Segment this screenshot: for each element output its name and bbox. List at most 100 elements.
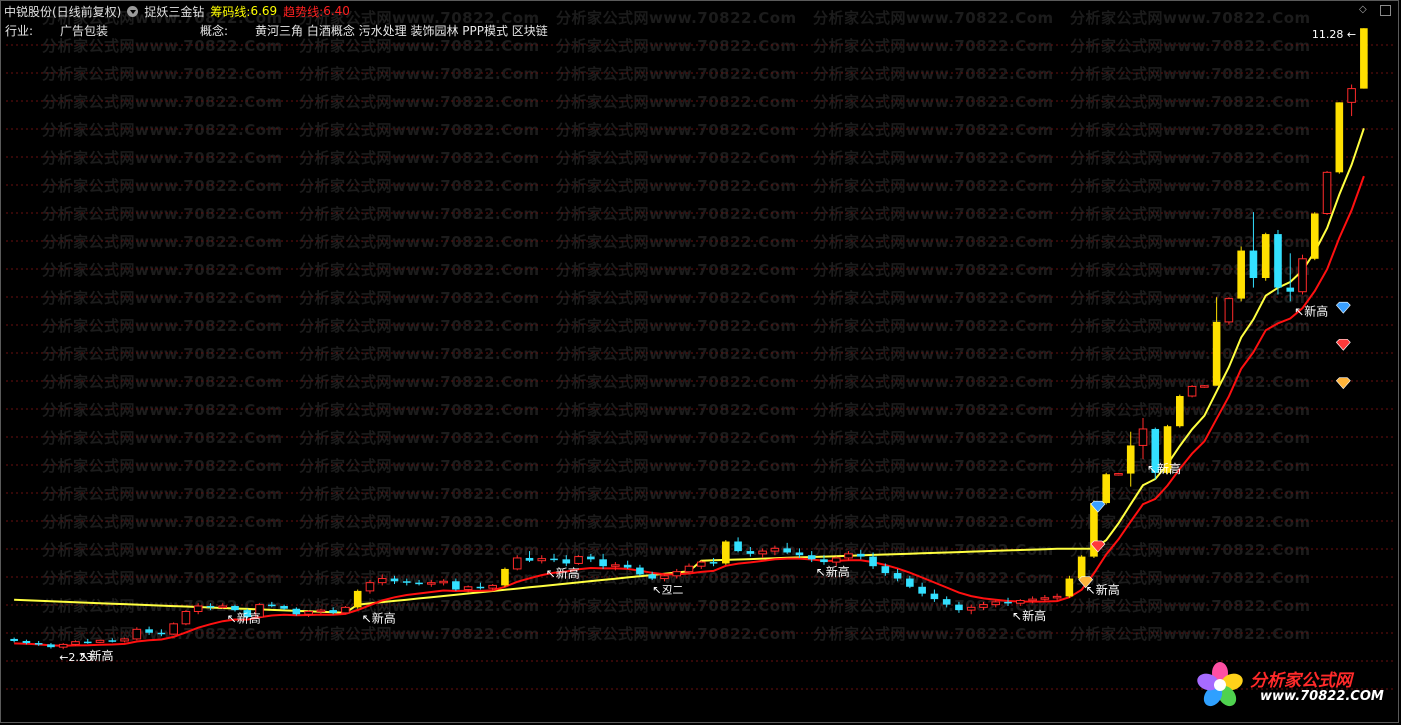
candle-body (881, 566, 890, 574)
candle-body (1200, 385, 1209, 388)
candle-body (476, 586, 485, 589)
indicator-menu-icon[interactable] (127, 5, 139, 17)
note-label: ↖丒二 (652, 583, 683, 596)
candle-body (930, 593, 939, 600)
candle-body (218, 605, 228, 608)
candle-body (95, 639, 105, 643)
trend-line-value: 6.40 (323, 4, 350, 18)
candle-body (58, 643, 68, 648)
candle-body (869, 556, 877, 567)
candle-body (856, 553, 865, 557)
candle-body (955, 604, 963, 611)
site-logo: 分析家公式网 www.70822.COM (1190, 660, 1390, 710)
chart-header: 中锐股份(日线前复权) 捉妖三金钻 筹码线: 6.69 趋势线: 6.40 (4, 3, 356, 19)
candle-body (169, 623, 178, 635)
logo-url: www.70822.COM (1260, 689, 1384, 704)
candle-body (1347, 88, 1356, 103)
red-diamond-icon (1335, 338, 1351, 351)
candle-body (1004, 601, 1012, 604)
kline-chart[interactable]: ↖新高↖新高 ↖新高↖新高 ↖新高↖新高↖新高↖新高↖新高11.28 ←←2.23↖… (0, 0, 1401, 725)
new-high-marker: ↖新高 (227, 611, 261, 626)
candle-body (820, 559, 828, 563)
price-high-label: 11.28 ← (1312, 28, 1356, 41)
candle-body (390, 578, 399, 582)
new-high-marker: ↖新高 (1147, 461, 1181, 476)
candle-body (1322, 171, 1332, 214)
candle-body (47, 644, 55, 648)
candle-body (574, 556, 583, 564)
candle-body (636, 567, 644, 575)
trend-line-label: 趋势线: (283, 4, 324, 19)
candle-body (181, 610, 191, 625)
candle-body (268, 604, 276, 607)
new-high-marker: ↖新高 (546, 565, 580, 580)
candle-body (1077, 556, 1086, 579)
candle-body (672, 571, 682, 577)
new-high-marker: ↖新高 (1294, 303, 1328, 318)
candle-body (795, 552, 804, 556)
stock-title[interactable]: 中锐股份(日线前复权) (4, 3, 121, 20)
candle-body (1249, 250, 1258, 278)
candle-body (415, 582, 423, 585)
candle-body (525, 557, 534, 561)
gold-diamond-icon (1335, 377, 1351, 390)
window-toggle-button[interactable] (1380, 5, 1391, 16)
candle-body (1261, 234, 1270, 278)
diamond-small-icon[interactable]: ◇ (1359, 4, 1367, 15)
candle-body (807, 555, 816, 560)
candle-body (722, 541, 730, 564)
chip-line-series (14, 127, 1365, 614)
candle-body (550, 558, 558, 561)
candle-body (452, 581, 460, 590)
indicator-name[interactable]: 捉妖三金钻 (144, 3, 204, 20)
trend-line-series (14, 175, 1365, 647)
candle-body (512, 557, 522, 570)
candle-body (1286, 287, 1295, 292)
candle-body (991, 601, 1001, 606)
candle-body (648, 574, 656, 579)
candle-body (292, 608, 301, 615)
candle-body (1298, 258, 1307, 293)
candle-body (132, 628, 142, 640)
candle-body (979, 604, 988, 608)
candle-body (893, 573, 902, 579)
candle-body (758, 550, 767, 555)
candle-body (120, 638, 129, 642)
new-high-marker: ↖新高 (362, 611, 396, 626)
candle-body (1212, 321, 1221, 386)
candle-body (34, 643, 43, 645)
candle-body (1335, 102, 1344, 173)
candle-body (280, 605, 288, 609)
candle-body (83, 641, 92, 644)
candle-body (611, 564, 620, 567)
chip-line-label: 筹码线: (210, 4, 251, 19)
candle-body (304, 610, 313, 615)
candle-body (770, 547, 780, 552)
candle-body (844, 553, 853, 559)
candle-body (501, 568, 509, 586)
candle-body (488, 584, 497, 589)
chip-line-value: 6.69 (250, 4, 278, 18)
candle-body (906, 578, 914, 587)
industry-label: 行业: (5, 24, 34, 38)
candle-body (599, 559, 607, 567)
candle-body (562, 559, 571, 564)
candle-body (427, 582, 436, 585)
candle-body (783, 548, 791, 553)
candle-body (377, 578, 387, 584)
candle-body (1187, 385, 1197, 397)
concept-label: 概念: (200, 24, 229, 38)
price-low-label: ←2.23 (59, 651, 93, 664)
candle-body (660, 575, 669, 580)
candle-body (1310, 213, 1319, 259)
new-high-marker: ↖新高 (1012, 608, 1046, 623)
candle-body (696, 561, 706, 567)
candle-body (10, 638, 18, 641)
candle-body (353, 590, 362, 608)
candle-body (918, 586, 926, 594)
new-high-marker: ↖新高 (1086, 582, 1120, 597)
candle-body (1114, 473, 1123, 476)
candle-body (1224, 298, 1234, 323)
candle-body (942, 599, 951, 605)
candle-body (316, 609, 326, 613)
